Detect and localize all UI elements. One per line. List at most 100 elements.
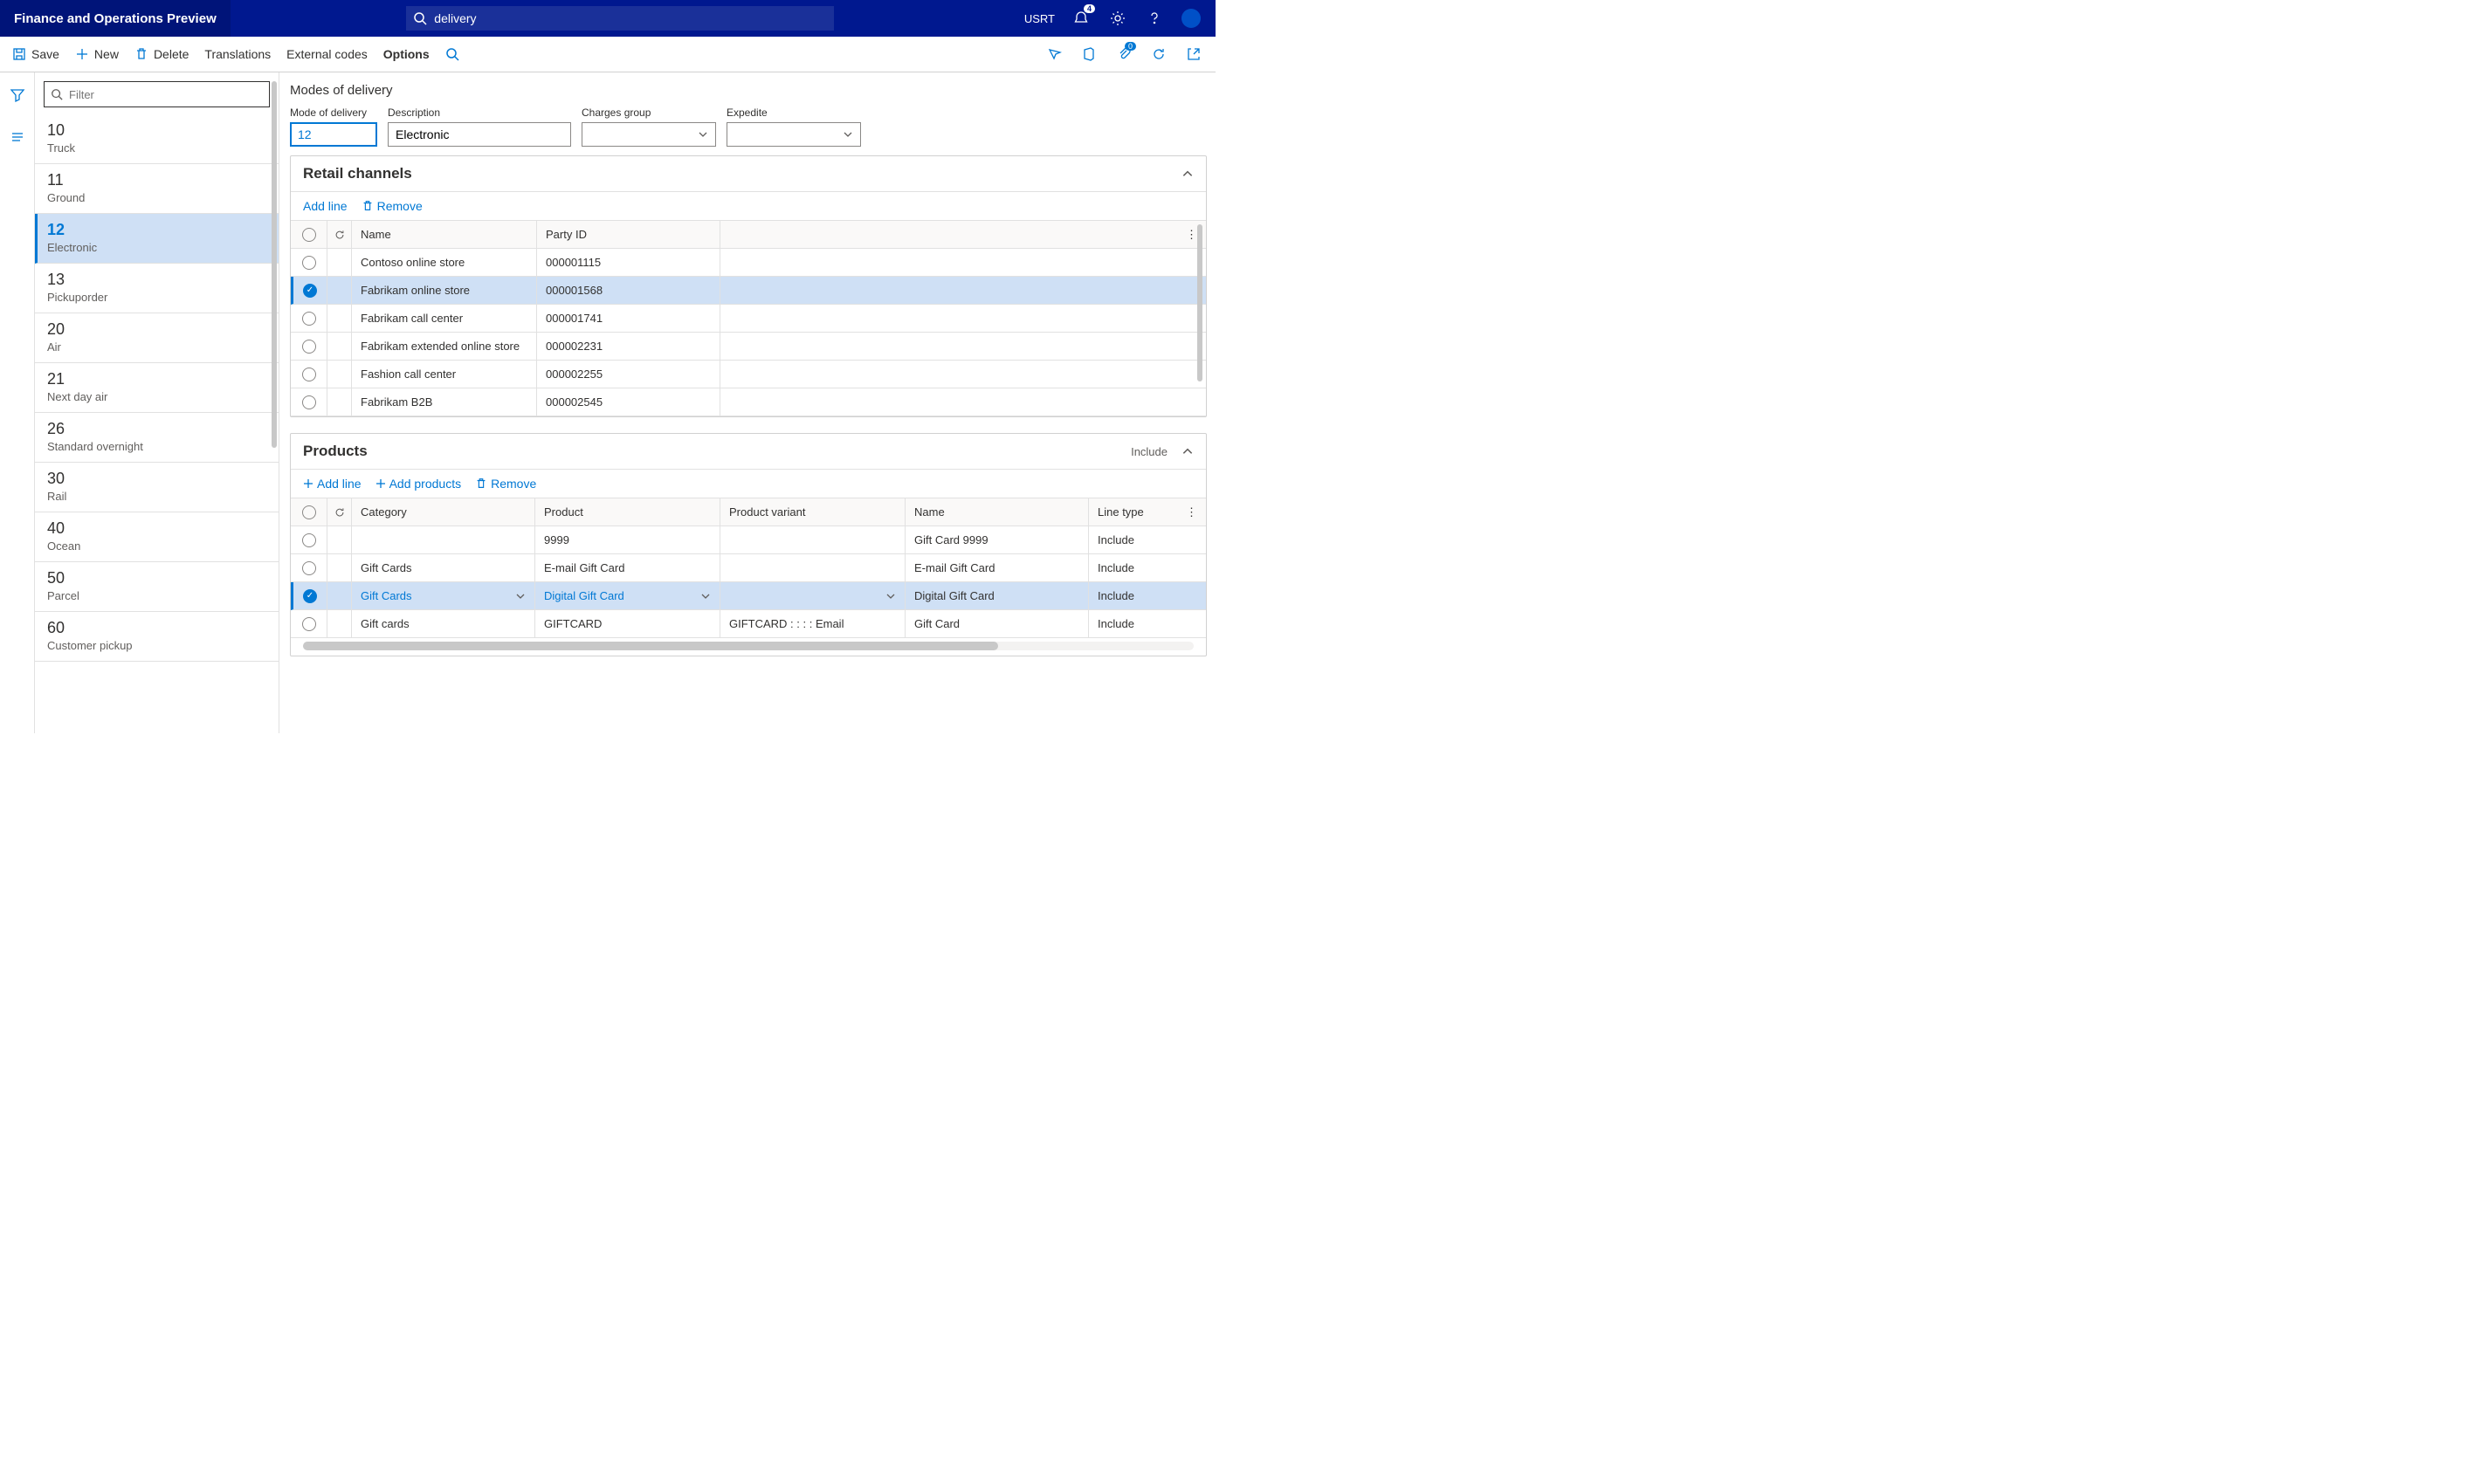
popout-icon[interactable]	[1184, 45, 1203, 64]
charges-select[interactable]	[582, 122, 716, 147]
product-row[interactable]: Gift cardsGIFTCARDGIFTCARD : : : : Email…	[291, 610, 1206, 638]
row-checkbox[interactable]	[302, 395, 316, 409]
avatar[interactable]	[1181, 8, 1202, 29]
products-col-linetype[interactable]: Line type	[1089, 498, 1150, 526]
product-name-cell[interactable]: E-mail Gift Card	[906, 554, 1089, 581]
product-name-cell[interactable]: Gift Card	[906, 610, 1089, 637]
mode-list-item[interactable]: 21Next day air	[35, 363, 279, 413]
retail-party-cell[interactable]: 000002231	[537, 333, 720, 360]
description-input[interactable]	[388, 122, 571, 147]
products-col-variant[interactable]: Product variant	[720, 498, 906, 526]
copilot-icon[interactable]	[1044, 45, 1064, 64]
refresh-icon[interactable]	[334, 506, 346, 519]
retail-party-cell[interactable]: 000002255	[537, 361, 720, 388]
select-all-checkbox[interactable]	[302, 505, 316, 519]
products-remove-button[interactable]: Remove	[475, 477, 536, 491]
options-button[interactable]: Options	[383, 47, 430, 61]
gear-icon[interactable]	[1107, 8, 1128, 29]
products-col-product[interactable]: Product	[535, 498, 720, 526]
products-add-line-button[interactable]: Add line	[303, 477, 362, 491]
row-checkbox[interactable]	[303, 284, 317, 298]
retail-remove-button[interactable]: Remove	[362, 199, 423, 213]
retail-row[interactable]: Fabrikam extended online store000002231	[291, 333, 1206, 361]
products-col-name[interactable]: Name	[906, 498, 1089, 526]
grid-more-icon[interactable]: ⋮	[1186, 505, 1206, 519]
retail-name-cell[interactable]: Fabrikam B2B	[352, 388, 537, 416]
row-checkbox[interactable]	[302, 312, 316, 326]
product-category-cell[interactable]: Gift Cards	[352, 582, 535, 609]
product-variant-cell[interactable]	[720, 582, 906, 609]
retail-name-cell[interactable]: Fabrikam online store	[352, 277, 537, 304]
retail-party-cell[interactable]: 000001741	[537, 305, 720, 332]
product-variant-cell[interactable]	[720, 554, 906, 581]
products-col-category[interactable]: Category	[352, 498, 535, 526]
product-variant-cell[interactable]	[720, 526, 906, 553]
retail-row[interactable]: Fabrikam B2B000002545	[291, 388, 1206, 416]
attachments-icon[interactable]: 0	[1114, 45, 1133, 64]
retail-add-line-button[interactable]: Add line	[303, 199, 348, 213]
grid-scrollbar[interactable]	[1197, 224, 1202, 381]
grid-more-icon[interactable]: ⋮	[1186, 228, 1206, 242]
mode-list-item[interactable]: 13Pickuporder	[35, 264, 279, 313]
mode-list-item[interactable]: 26Standard overnight	[35, 413, 279, 463]
horizontal-scrollbar[interactable]	[303, 642, 1194, 650]
list-scrollbar[interactable]	[272, 81, 277, 448]
row-checkbox[interactable]	[302, 617, 316, 631]
product-category-cell[interactable]: Gift Cards	[352, 554, 535, 581]
mode-list-item[interactable]: 60Customer pickup	[35, 612, 279, 662]
row-checkbox[interactable]	[302, 368, 316, 381]
retail-name-cell[interactable]: Fabrikam call center	[352, 305, 537, 332]
product-product-cell[interactable]: E-mail Gift Card	[535, 554, 720, 581]
retail-name-cell[interactable]: Contoso online store	[352, 249, 537, 276]
page-search-icon[interactable]	[445, 47, 459, 61]
mode-list-item[interactable]: 11Ground	[35, 164, 279, 214]
product-category-cell[interactable]	[352, 526, 535, 553]
delete-button[interactable]: Delete	[134, 47, 189, 61]
products-add-products-button[interactable]: Add products	[375, 477, 462, 491]
retail-name-cell[interactable]: Fabrikam extended online store	[352, 333, 537, 360]
row-checkbox[interactable]	[302, 256, 316, 270]
office-icon[interactable]	[1079, 45, 1099, 64]
product-row[interactable]: Gift CardsE-mail Gift CardE-mail Gift Ca…	[291, 554, 1206, 582]
global-search-input[interactable]	[406, 6, 834, 31]
mode-list-item[interactable]: 20Air	[35, 313, 279, 363]
row-checkbox[interactable]	[302, 533, 316, 547]
refresh-icon[interactable]	[334, 229, 346, 241]
product-product-cell[interactable]: Digital Gift Card	[535, 582, 720, 609]
mode-list-item[interactable]: 10Truck	[35, 114, 279, 164]
row-checkbox[interactable]	[303, 589, 317, 603]
retail-party-cell[interactable]: 000002545	[537, 388, 720, 416]
user-label[interactable]: USRT	[1024, 12, 1055, 25]
product-name-cell[interactable]: Digital Gift Card	[906, 582, 1089, 609]
notifications-icon[interactable]: 4	[1071, 8, 1092, 29]
retail-col-name[interactable]: Name	[352, 221, 537, 248]
product-linetype-cell[interactable]: Include	[1089, 526, 1150, 553]
retail-channels-header[interactable]: Retail channels	[291, 156, 1206, 191]
mode-list-item[interactable]: 30Rail	[35, 463, 279, 512]
product-product-cell[interactable]: 9999	[535, 526, 720, 553]
list-icon[interactable]	[5, 125, 30, 149]
retail-party-cell[interactable]: 000001568	[537, 277, 720, 304]
product-name-cell[interactable]: Gift Card 9999	[906, 526, 1089, 553]
filter-icon[interactable]	[5, 83, 30, 107]
external-codes-button[interactable]: External codes	[286, 47, 368, 61]
refresh-icon[interactable]	[1149, 45, 1168, 64]
product-linetype-cell[interactable]: Include	[1089, 610, 1150, 637]
mode-list-item[interactable]: 50Parcel	[35, 562, 279, 612]
new-button[interactable]: New	[75, 47, 119, 61]
row-checkbox[interactable]	[302, 561, 316, 575]
product-row[interactable]: 9999 Gift Card 9999Include	[291, 526, 1206, 554]
retail-row[interactable]: Fashion call center000002255	[291, 361, 1206, 388]
product-linetype-cell[interactable]: Include	[1089, 582, 1150, 609]
retail-col-party[interactable]: Party ID	[537, 221, 720, 248]
filter-input[interactable]	[44, 81, 270, 107]
help-icon[interactable]	[1144, 8, 1165, 29]
product-row[interactable]: Gift CardsDigital Gift CardDigital Gift …	[291, 582, 1206, 610]
retail-party-cell[interactable]: 000001115	[537, 249, 720, 276]
select-all-checkbox[interactable]	[302, 228, 316, 242]
product-linetype-cell[interactable]: Include	[1089, 554, 1150, 581]
retail-row[interactable]: Fabrikam call center000001741	[291, 305, 1206, 333]
products-header[interactable]: Products Include	[291, 434, 1206, 469]
retail-row[interactable]: Fabrikam online store000001568	[291, 277, 1206, 305]
row-checkbox[interactable]	[302, 340, 316, 354]
